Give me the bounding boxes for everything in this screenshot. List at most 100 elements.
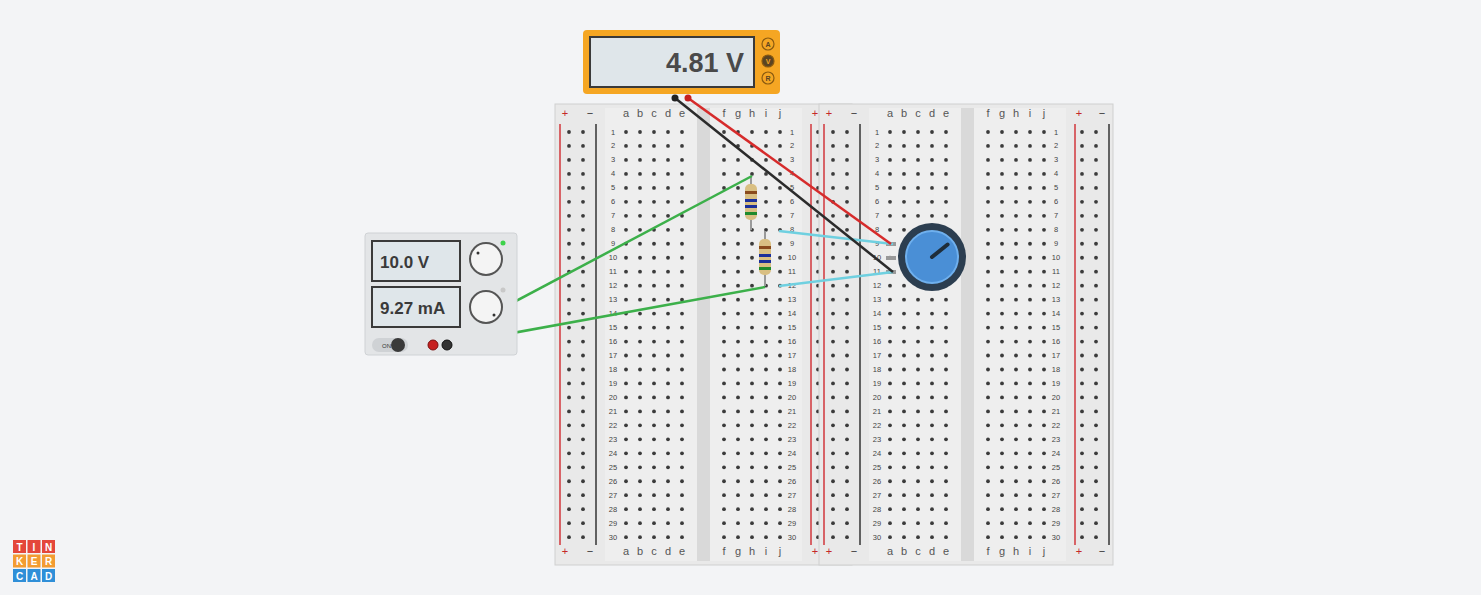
breadboard-hole[interactable]: [680, 368, 684, 372]
breadboard-hole[interactable]: [916, 423, 920, 427]
breadboard-hole[interactable]: [1014, 270, 1018, 274]
breadboard-hole[interactable]: [916, 298, 920, 302]
breadboard-hole[interactable]: [986, 521, 990, 525]
breadboard-hole[interactable]: [638, 340, 642, 344]
breadboard-hole[interactable]: [652, 479, 656, 483]
breadboard-hole[interactable]: [986, 298, 990, 302]
breadboard-hole[interactable]: [1080, 479, 1084, 483]
breadboard-hole[interactable]: [888, 507, 892, 511]
breadboard-hole[interactable]: [581, 382, 585, 386]
breadboard-hole[interactable]: [1094, 298, 1098, 302]
breadboard-hole[interactable]: [736, 228, 740, 232]
breadboard-hole[interactable]: [888, 130, 892, 134]
breadboard-hole[interactable]: [736, 298, 740, 302]
breadboard-hole[interactable]: [1014, 312, 1018, 316]
breadboard-hole[interactable]: [831, 382, 835, 386]
breadboard-hole[interactable]: [888, 172, 892, 176]
breadboard-hole[interactable]: [1028, 437, 1032, 441]
breadboard-hole[interactable]: [930, 410, 934, 414]
breadboard-hole[interactable]: [1094, 507, 1098, 511]
breadboard-hole[interactable]: [1014, 130, 1018, 134]
breadboard-hole[interactable]: [567, 144, 571, 148]
breadboard-hole[interactable]: [986, 326, 990, 330]
breadboard-hole[interactable]: [581, 172, 585, 176]
breadboard-hole[interactable]: [764, 298, 768, 302]
breadboard-hole[interactable]: [831, 144, 835, 148]
breadboard-hole[interactable]: [1094, 493, 1098, 497]
breadboard-hole[interactable]: [944, 298, 948, 302]
breadboard-hole[interactable]: [1042, 521, 1046, 525]
breadboard-hole[interactable]: [778, 354, 782, 358]
breadboard-hole[interactable]: [581, 326, 585, 330]
breadboard-hole[interactable]: [1094, 270, 1098, 274]
breadboard-hole[interactable]: [764, 130, 768, 134]
breadboard-hole[interactable]: [750, 270, 754, 274]
breadboard-hole[interactable]: [680, 354, 684, 358]
breadboard-hole[interactable]: [902, 535, 906, 539]
breadboard-hole[interactable]: [722, 214, 726, 218]
breadboard-hole[interactable]: [1042, 340, 1046, 344]
breadboard-hole[interactable]: [1042, 284, 1046, 288]
breadboard-hole[interactable]: [845, 340, 849, 344]
breadboard-hole[interactable]: [778, 340, 782, 344]
breadboard-hole[interactable]: [736, 270, 740, 274]
breadboard-hole[interactable]: [1094, 465, 1098, 469]
breadboard-hole[interactable]: [831, 493, 835, 497]
breadboard-hole[interactable]: [652, 284, 656, 288]
breadboard-hole[interactable]: [902, 507, 906, 511]
breadboard-hole[interactable]: [916, 479, 920, 483]
breadboard-hole[interactable]: [1028, 535, 1032, 539]
breadboard-hole[interactable]: [722, 312, 726, 316]
breadboard-hole[interactable]: [1028, 479, 1032, 483]
breadboard-hole[interactable]: [916, 368, 920, 372]
breadboard-hole[interactable]: [680, 340, 684, 344]
breadboard-hole[interactable]: [581, 437, 585, 441]
breadboard-hole[interactable]: [845, 158, 849, 162]
breadboard-hole[interactable]: [831, 410, 835, 414]
breadboard-hole[interactable]: [1028, 312, 1032, 316]
breadboard-hole[interactable]: [581, 256, 585, 260]
breadboard-hole[interactable]: [1042, 200, 1046, 204]
breadboard-hole[interactable]: [638, 437, 642, 441]
breadboard-hole[interactable]: [1042, 228, 1046, 232]
breadboard-hole[interactable]: [722, 270, 726, 274]
breadboard-hole[interactable]: [986, 451, 990, 455]
breadboard-hole[interactable]: [1094, 144, 1098, 148]
breadboard-hole[interactable]: [652, 326, 656, 330]
breadboard-hole[interactable]: [764, 200, 768, 204]
breadboard-hole[interactable]: [581, 493, 585, 497]
breadboard-hole[interactable]: [764, 312, 768, 316]
breadboard-hole[interactable]: [750, 423, 754, 427]
breadboard-hole[interactable]: [638, 326, 642, 330]
breadboard-hole[interactable]: [567, 200, 571, 204]
breadboard-hole[interactable]: [680, 437, 684, 441]
breadboard-hole[interactable]: [638, 270, 642, 274]
breadboard-hole[interactable]: [1014, 423, 1018, 427]
breadboard-hole[interactable]: [764, 465, 768, 469]
breadboard-hole[interactable]: [624, 144, 628, 148]
breadboard-hole[interactable]: [652, 493, 656, 497]
breadboard-hole[interactable]: [1042, 437, 1046, 441]
breadboard-hole[interactable]: [845, 493, 849, 497]
breadboard-hole[interactable]: [778, 242, 782, 246]
breadboard-hole[interactable]: [666, 382, 670, 386]
breadboard-hole[interactable]: [736, 340, 740, 344]
breadboard-hole[interactable]: [666, 172, 670, 176]
breadboard-hole[interactable]: [831, 256, 835, 260]
breadboard-hole[interactable]: [680, 284, 684, 288]
breadboard-hole[interactable]: [845, 368, 849, 372]
breadboard-hole[interactable]: [902, 298, 906, 302]
breadboard-hole[interactable]: [666, 200, 670, 204]
breadboard-hole[interactable]: [638, 423, 642, 427]
breadboard-hole[interactable]: [930, 312, 934, 316]
breadboard-hole[interactable]: [1094, 479, 1098, 483]
breadboard-hole[interactable]: [1080, 437, 1084, 441]
breadboard-hole[interactable]: [916, 340, 920, 344]
breadboard-hole[interactable]: [638, 451, 642, 455]
breadboard-hole[interactable]: [750, 479, 754, 483]
breadboard-hole[interactable]: [1014, 284, 1018, 288]
breadboard-hole[interactable]: [845, 172, 849, 176]
breadboard-hole[interactable]: [624, 396, 628, 400]
breadboard-hole[interactable]: [845, 479, 849, 483]
breadboard-hole[interactable]: [736, 158, 740, 162]
